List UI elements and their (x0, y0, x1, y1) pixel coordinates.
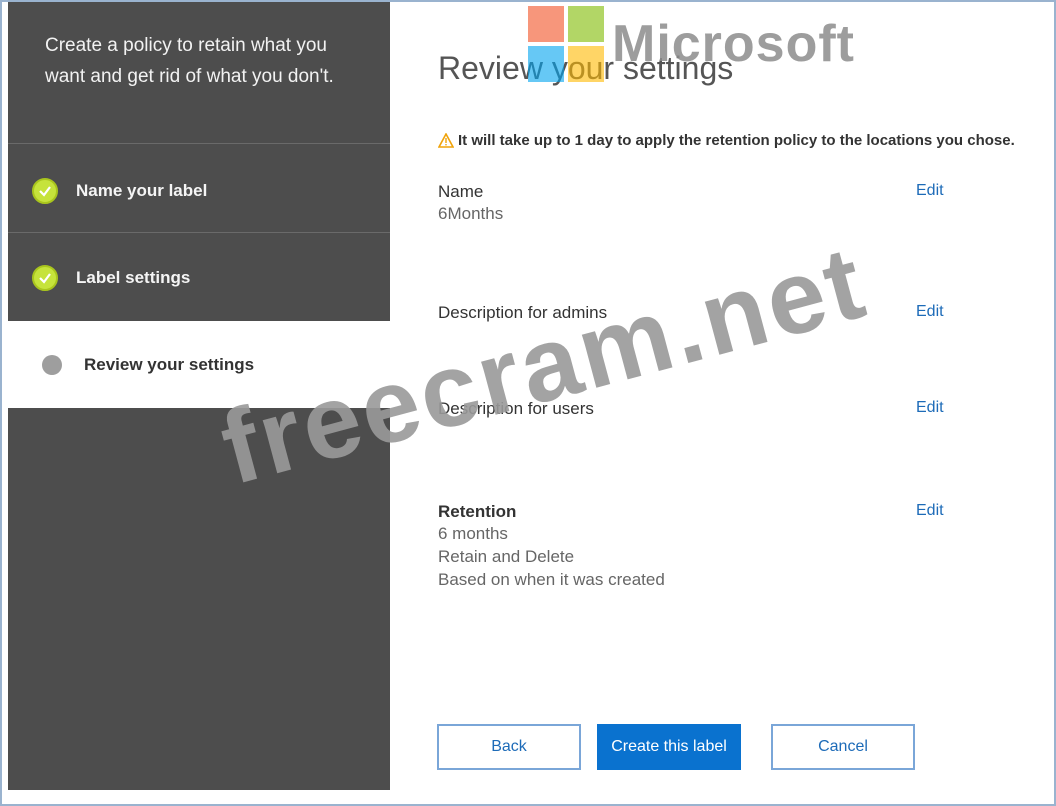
microsoft-wordmark: Microsoft (612, 15, 855, 73)
cancel-button[interactable]: Cancel (771, 724, 915, 770)
warning-icon (438, 133, 454, 148)
current-step-dot-icon (42, 354, 62, 375)
retention-field: Retention 6 months Retain and Delete Bas… (438, 502, 998, 591)
name-field: Name 6Months (438, 182, 998, 225)
retention-warning: It will take up to 1 day to apply the re… (438, 132, 1015, 149)
edit-user-description-link[interactable]: Edit (916, 399, 944, 417)
warning-text: It will take up to 1 day to apply the re… (458, 132, 1015, 149)
microsoft-logo: Microsoft (528, 6, 855, 82)
edit-retention-link[interactable]: Edit (916, 502, 944, 520)
retention-action: Retain and Delete (438, 547, 575, 566)
step-label: Label settings (76, 267, 191, 287)
sidebar-intro: Create a policy to retain what you want … (45, 35, 334, 87)
step-label: Name your label (76, 180, 208, 200)
field-value: 6Months (438, 204, 504, 223)
field-label: Name (438, 182, 484, 201)
step-name-your-label[interactable]: Name your label (8, 147, 390, 234)
check-icon (32, 264, 58, 291)
microsoft-logo-icon (528, 6, 604, 82)
back-button[interactable]: Back (437, 724, 581, 770)
field-label: Retention (438, 502, 517, 521)
step-label-settings[interactable]: Label settings (8, 234, 390, 321)
retention-basis: Based on when it was created (438, 570, 665, 589)
divider (8, 232, 390, 233)
step-label: Review your settings (84, 354, 255, 374)
edit-admin-description-link[interactable]: Edit (916, 303, 944, 321)
edit-name-link[interactable]: Edit (916, 182, 944, 200)
divider (8, 143, 390, 144)
retention-duration: 6 months (438, 524, 508, 543)
create-label-button[interactable]: Create this label (597, 724, 741, 770)
check-icon (32, 177, 58, 204)
